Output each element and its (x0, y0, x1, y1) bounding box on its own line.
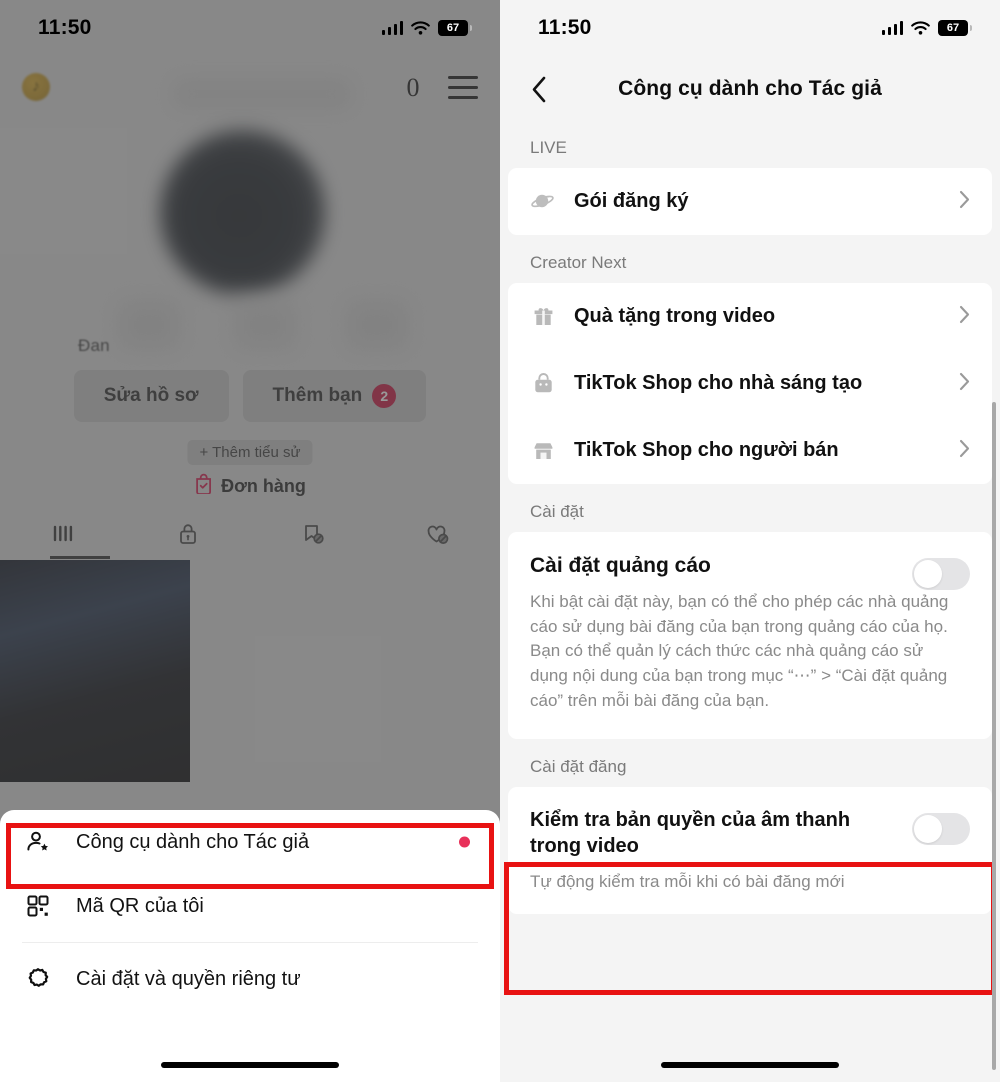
right-screen-creator-tools: 11:50 67 Công cụ dành cho Tác giả LIVE G… (500, 0, 1000, 1082)
row-shop-creator[interactable]: TikTok Shop cho nhà sáng tạo (508, 350, 992, 417)
battery-icon: 67 (938, 20, 972, 36)
section-label-settings: Cài đặt (530, 502, 584, 521)
home-indicator (661, 1062, 839, 1068)
page-title: Công cụ dành cho Tác giả (618, 77, 882, 100)
row-label: TikTok Shop cho nhà sáng tạo (574, 372, 863, 394)
section-card-settings: Cài đặt quảng cáo Khi bật cài đặt này, b… (508, 532, 992, 740)
section-label-post-settings: Cài đặt đăng (530, 757, 627, 777)
row-copyright-check[interactable]: Kiểm tra bản quyền của âm thanh trong vi… (508, 787, 992, 914)
person-star-icon (22, 829, 54, 855)
row-label: Gói đăng ký (574, 190, 689, 212)
row-video-gifts[interactable]: Quà tặng trong video (508, 283, 992, 350)
copyright-check-title: Kiểm tra bản quyền của âm thanh trong vi… (530, 809, 851, 858)
battery-level: 67 (946, 21, 960, 34)
status-time: 11:50 (38, 16, 92, 39)
profile-action-sheet: Công cụ dành cho Tác giả Mã QR của tôi C… (0, 810, 500, 1082)
gift-icon (530, 305, 556, 328)
section-card-creator-next: Quà tặng trong video TikTok Shop cho nhà… (508, 283, 992, 484)
chevron-right-icon (959, 190, 970, 214)
row-shop-seller[interactable]: TikTok Shop cho người bán (508, 417, 992, 484)
status-indicators: 67 (881, 20, 972, 36)
sheet-item-label: Công cụ dành cho Tác giả (76, 830, 310, 853)
home-indicator (161, 1062, 339, 1068)
status-time: 11:50 (538, 16, 592, 39)
qr-code-icon (22, 894, 54, 918)
status-badge (459, 836, 470, 848)
status-indicators: 67 (381, 20, 472, 36)
wifi-icon (911, 21, 930, 35)
ad-settings-toggle[interactable] (912, 558, 970, 590)
storefront-icon (530, 439, 556, 462)
shopping-bag-icon (530, 372, 556, 395)
settings-scroll-area[interactable]: LIVE Gói đăng ký Creator Next Quà tặng t… (500, 120, 1000, 915)
section-card-live: Gói đăng ký (508, 168, 992, 235)
sheet-item-creator-tools[interactable]: Công cụ dành cho Tác giả (0, 810, 500, 874)
left-screen-profile: Đan ♪ 0 Sửa hồ sơ Thêm bạn 2 + Thêm tiểu… (0, 0, 500, 1082)
section-card-post-settings: Kiểm tra bản quyền của âm thanh trong vi… (508, 787, 992, 915)
chevron-left-icon[interactable] (522, 72, 556, 106)
status-bar: 11:50 67 (0, 0, 500, 56)
row-ad-settings[interactable]: Cài đặt quảng cáo Khi bật cài đặt này, b… (508, 532, 992, 739)
copyright-check-subtitle: Tự động kiểm tra mỗi khi có bài đăng mới (530, 872, 845, 892)
status-bar: 11:50 67 (500, 0, 1000, 56)
navigation-bar: Công cụ dành cho Tác giả (500, 58, 1000, 120)
sheet-item-settings-privacy[interactable]: Cài đặt và quyền riêng tư (0, 947, 500, 1011)
subscription-planet-icon (530, 191, 556, 213)
gear-settings-icon (22, 966, 54, 992)
wifi-icon (411, 21, 430, 35)
dual-screenshot-container: Đan ♪ 0 Sửa hồ sơ Thêm bạn 2 + Thêm tiểu… (0, 0, 1000, 1082)
copyright-check-toggle[interactable] (912, 813, 970, 846)
row-label: Quà tặng trong video (574, 305, 776, 327)
vertical-scrollbar[interactable] (992, 402, 996, 1070)
ad-settings-title: Cài đặt quảng cáo (530, 554, 711, 577)
chevron-right-icon (959, 439, 970, 463)
row-label: TikTok Shop cho người bán (574, 439, 839, 461)
chevron-right-icon (959, 372, 970, 396)
sheet-item-label: Mã QR của tôi (76, 894, 204, 917)
battery-level: 67 (446, 21, 460, 34)
chevron-right-icon (959, 305, 970, 329)
sheet-item-my-qr[interactable]: Mã QR của tôi (0, 874, 500, 938)
sheet-divider (22, 942, 478, 943)
row-subscription[interactable]: Gói đăng ký (508, 168, 992, 235)
section-label-live: LIVE (530, 138, 567, 157)
cellular-signal-icon (881, 21, 903, 35)
ad-settings-description: Khi bật cài đặt này, bạn có thể cho phép… (530, 592, 949, 710)
sheet-item-label: Cài đặt và quyền riêng tư (76, 967, 301, 990)
section-label-creator-next: Creator Next (530, 253, 627, 272)
cellular-signal-icon (381, 21, 403, 35)
battery-icon: 67 (438, 20, 472, 36)
